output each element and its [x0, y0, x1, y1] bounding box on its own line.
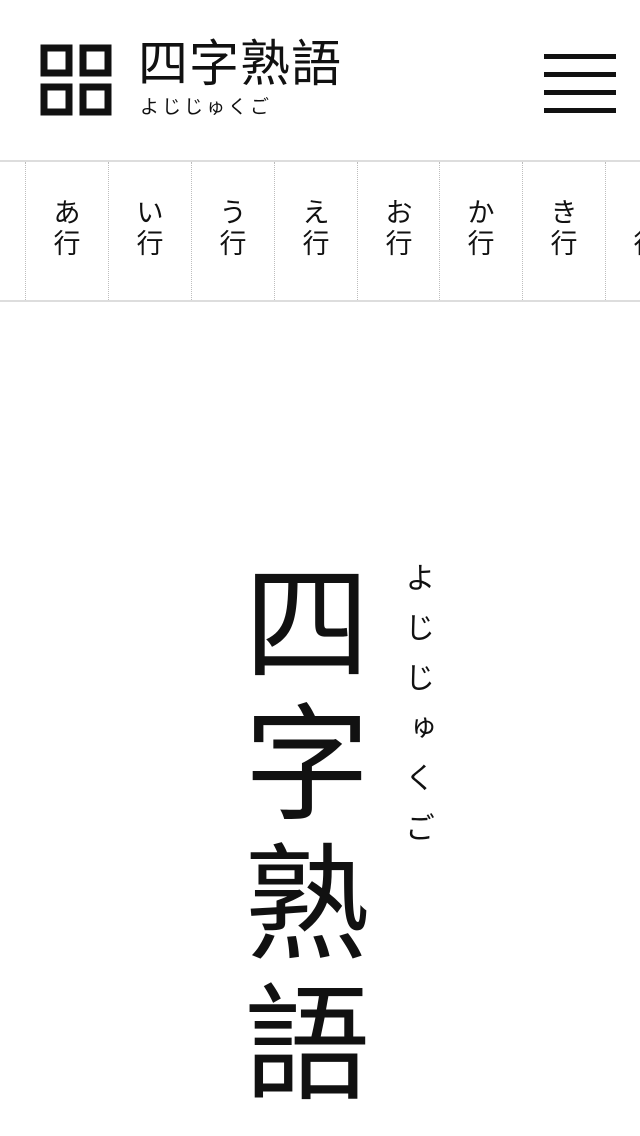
- tab-gyo: 行: [467, 229, 495, 260]
- tab-a-row[interactable]: あ 行: [25, 162, 108, 300]
- tab-ka-row[interactable]: か 行: [439, 162, 522, 300]
- site-title[interactable]: 四字熟語: [138, 36, 342, 92]
- hamburger-menu-icon: [544, 54, 616, 59]
- kana-row-tabs: あ 行 い 行 う 行 え 行 お 行 か 行 き 行 行: [0, 160, 640, 302]
- tab-i-row[interactable]: い 行: [108, 162, 191, 300]
- tab-kana: か: [467, 198, 495, 229]
- tab-gyo: 行: [550, 229, 578, 260]
- tab-kana: い: [136, 198, 164, 229]
- tab-kana: お: [385, 198, 413, 229]
- hamburger-menu-button[interactable]: [540, 48, 618, 120]
- site-title-reading: よじじゅくご: [140, 96, 273, 118]
- tab-gyo: 行: [385, 229, 413, 260]
- tab-ki-row[interactable]: き 行: [522, 162, 605, 300]
- tab-e-row[interactable]: え 行: [274, 162, 357, 300]
- hero-reading: よじじゅくご: [399, 562, 434, 862]
- tab-kana: え: [302, 198, 330, 229]
- tab-gyo: 行: [136, 229, 164, 260]
- four-squares-icon[interactable]: [40, 44, 112, 116]
- tab-gyo: 行: [302, 229, 330, 260]
- hero-title: 四字熟語: [223, 558, 370, 1118]
- tab-u-row[interactable]: う 行: [191, 162, 274, 300]
- tab-kana: き: [550, 198, 578, 229]
- tab-kana: あ: [53, 198, 81, 229]
- site-header: 四字熟語 よじじゅくご: [0, 0, 640, 160]
- tab-gyo: 行: [53, 229, 81, 260]
- tab-o-row[interactable]: お 行: [357, 162, 440, 300]
- tab-gyo: 行: [606, 230, 640, 260]
- tab-next-row[interactable]: 行: [605, 162, 640, 300]
- tab-gyo: 行: [219, 229, 247, 260]
- tab-kana: う: [219, 198, 247, 229]
